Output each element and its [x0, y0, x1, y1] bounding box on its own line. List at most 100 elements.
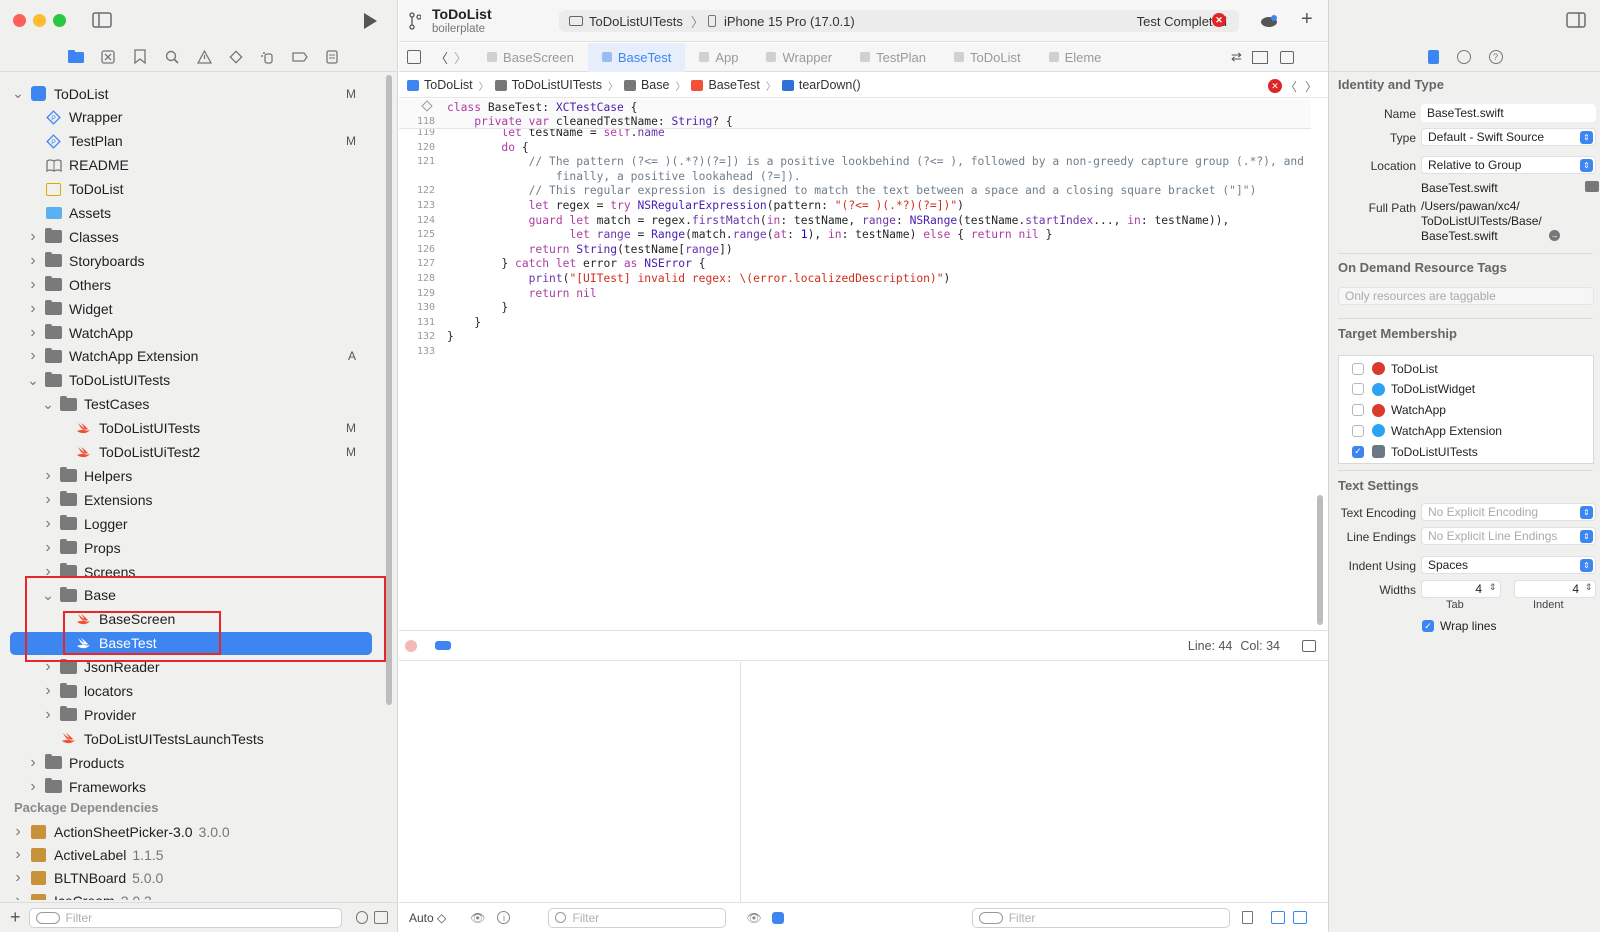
package-item[interactable]: › ActiveLabel 1.1.5: [0, 843, 380, 866]
source-control-icon[interactable]: [92, 44, 124, 70]
disclosure-closed-icon[interactable]: ›: [27, 252, 39, 269]
disclosure-closed-icon[interactable]: ›: [42, 539, 54, 556]
wrap-lines-check-icon[interactable]: ✓: [1422, 620, 1434, 632]
disclosure-closed-icon[interactable]: ›: [27, 300, 39, 317]
name-field[interactable]: BaseTest.swift: [1421, 104, 1596, 122]
wrap-lines-checkbox[interactable]: ✓ Wrap lines: [1422, 619, 1496, 633]
code-line[interactable]: finally, a positive lookahead (?=]).: [399, 169, 1299, 184]
previous-issue-icon[interactable]: 〈: [1285, 78, 1297, 95]
breakpoint-icon[interactable]: [284, 44, 316, 70]
code-line[interactable]: 130 }: [399, 300, 1299, 315]
disclosure-open-icon[interactable]: ⌄: [27, 372, 39, 388]
code-line[interactable]: 126 return String(testName[range]): [399, 242, 1299, 257]
test-diamond-icon[interactable]: [220, 44, 252, 70]
warning-icon[interactable]: [188, 44, 220, 70]
trash-icon[interactable]: [1241, 911, 1253, 924]
target-checkbox[interactable]: [1352, 404, 1364, 417]
tab-stepper-icon[interactable]: ⇕: [1489, 582, 1497, 593]
tree-item[interactable]: › WatchApp: [0, 321, 380, 344]
hide-debug-area-icon[interactable]: [1302, 639, 1316, 652]
variables-filter-input[interactable]: Filter: [548, 907, 727, 928]
disclosure-closed-icon[interactable]: ›: [27, 324, 39, 341]
tree-item[interactable]: ToDoListUITests M: [0, 417, 380, 440]
disclosure-closed-icon[interactable]: ›: [27, 347, 39, 364]
tree-item[interactable]: Assets: [0, 202, 380, 225]
report-icon[interactable]: [316, 44, 348, 70]
target-membership-item[interactable]: ✓ ToDoListUITests: [1339, 441, 1595, 462]
tree-item[interactable]: › Storyboards: [0, 249, 380, 272]
package-item[interactable]: › BLTNBoard 5.0.0: [0, 866, 380, 889]
quick-look-icon[interactable]: 👁: [746, 911, 761, 925]
search-icon[interactable]: [156, 44, 188, 70]
tree-item[interactable]: ToDoListUiTest2 M: [0, 441, 380, 464]
run-button[interactable]: [362, 12, 378, 30]
target-checkbox[interactable]: ✓: [1352, 445, 1364, 458]
breadcrumb-item[interactable]: ToDoList: [407, 78, 473, 92]
cloud-account-icon[interactable]: [1259, 13, 1279, 27]
scheme-target[interactable]: ToDoListUITests: [589, 14, 683, 29]
show-variables-icon[interactable]: [1270, 911, 1285, 924]
disclosure-closed-icon[interactable]: ›: [42, 515, 54, 532]
package-item[interactable]: › ActionSheetPicker-3.0 3.0.0: [0, 820, 380, 843]
folder-icon[interactable]: [60, 44, 92, 70]
disclosure-closed-icon[interactable]: ›: [12, 869, 24, 886]
grid-icon[interactable]: [407, 50, 421, 64]
tree-item[interactable]: › Frameworks: [0, 775, 380, 798]
editor-tab[interactable]: TestPlan: [846, 43, 940, 72]
disclosure-closed-icon[interactable]: ›: [42, 706, 54, 723]
show-console-icon[interactable]: [1292, 911, 1307, 924]
breadcrumb-item[interactable]: ToDoListUITests: [494, 78, 602, 92]
branch-name[interactable]: boilerplate: [432, 23, 485, 35]
disclosure-closed-icon[interactable]: ›: [12, 892, 24, 901]
location-popup[interactable]: Relative to Group ⇕: [1421, 156, 1596, 174]
editor-tab[interactable]: Eleme: [1035, 43, 1116, 72]
forward-icon[interactable]: 〉: [454, 48, 467, 67]
tree-item[interactable]: › Widget: [0, 297, 380, 320]
print-description-icon[interactable]: [771, 911, 784, 924]
issue-error-icon[interactable]: ✕: [1268, 79, 1282, 93]
back-icon[interactable]: 〈: [435, 48, 448, 67]
console-toggle-icon[interactable]: [435, 641, 451, 650]
disclosure-closed-icon[interactable]: ›: [42, 658, 54, 675]
disclosure-closed-icon[interactable]: ›: [12, 823, 24, 840]
target-checkbox[interactable]: [1352, 383, 1364, 396]
editor-tab[interactable]: ToDoList: [940, 43, 1035, 72]
history-inspector-icon[interactable]: [1456, 49, 1471, 64]
error-badge-icon[interactable]: ✕: [1212, 13, 1226, 27]
sticky-line[interactable]: class BaseTest: XCTestCase {: [399, 100, 1299, 115]
disclosure-open-icon[interactable]: ⌄: [12, 85, 24, 101]
disclosure-closed-icon[interactable]: ›: [27, 228, 39, 245]
inspector-toggle-icon[interactable]: [1566, 12, 1586, 28]
console-filter-options-icon[interactable]: [978, 911, 1003, 924]
sidebar-toggle-icon[interactable]: [92, 12, 112, 28]
choose-folder-icon[interactable]: [1585, 181, 1599, 192]
editor-scrollbar[interactable]: [1317, 495, 1323, 625]
code-line[interactable]: 120 do {: [399, 140, 1299, 155]
disclosure-closed-icon[interactable]: ›: [27, 754, 39, 771]
code-line[interactable]: 129 return nil: [399, 286, 1299, 301]
package-item[interactable]: › IceCream 2.0.3: [0, 889, 380, 900]
tree-item[interactable]: › Products: [0, 751, 380, 774]
tree-item[interactable]: ToDoList: [0, 178, 380, 201]
code-line[interactable]: 127 } catch let error as NSError {: [399, 256, 1299, 271]
indent-width-field[interactable]: 4: [1514, 580, 1596, 598]
tree-item[interactable]: P TestPlan M: [0, 130, 380, 153]
minimize-window-button[interactable]: [33, 14, 46, 27]
code-line[interactable]: 124 guard let match = regex.firstMatch(i…: [399, 213, 1299, 228]
auto-scope-popup[interactable]: Auto ◇: [409, 911, 446, 925]
tree-item[interactable]: ToDoListUITestsLaunchTests: [0, 727, 380, 750]
editor-tab[interactable]: BaseScreen: [473, 43, 588, 72]
tree-item[interactable]: › Classes: [0, 225, 380, 248]
add-icon[interactable]: +: [10, 907, 21, 928]
code-line[interactable]: 125 let range = Range(match.range(at: 1)…: [399, 227, 1299, 242]
breadcrumb-item[interactable]: Base: [623, 78, 669, 92]
navigator-filter-input[interactable]: Filter: [28, 907, 342, 928]
tree-item[interactable]: › Extensions: [0, 488, 380, 511]
add-tab-icon[interactable]: +: [1301, 8, 1313, 31]
breadcrumb-item[interactable]: BaseTest: [691, 78, 760, 92]
bookmark-icon[interactable]: [124, 44, 156, 70]
sticky-line[interactable]: 118 private var cleanedTestName: String?…: [399, 114, 1299, 129]
code-line[interactable]: 123 let regex = try NSRegularExpression(…: [399, 198, 1299, 213]
indent-using-popup[interactable]: Spaces ⇕: [1421, 556, 1596, 574]
swap-icon[interactable]: ⇄: [1231, 49, 1242, 65]
